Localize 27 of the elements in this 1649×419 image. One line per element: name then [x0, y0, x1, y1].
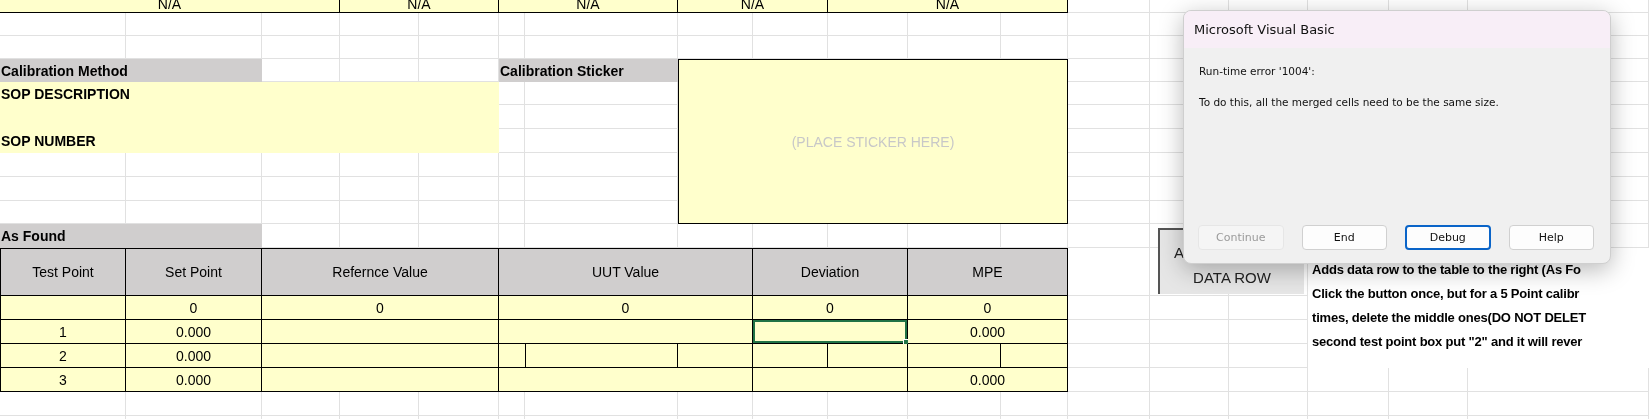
- table-cell: 3: [0, 368, 126, 392]
- error-code-text: Run-time error '1004':: [1199, 65, 1316, 77]
- column-header: MPE: [908, 248, 1068, 296]
- error-message: To do this, all the merged cells need to be the same size.: [1199, 96, 1500, 108]
- table-cell: 0: [753, 296, 908, 320]
- table-cell: 0: [908, 296, 1068, 320]
- table-cell: 1: [0, 320, 126, 344]
- section-header: As Found: [0, 224, 262, 248]
- table-cell: 0: [262, 296, 499, 320]
- cell-text: SOP DESCRIPTION: [0, 84, 131, 104]
- dialog-title: Microsoft Visual Basic: [1184, 11, 1610, 48]
- table-cell: 0.000: [126, 368, 262, 392]
- table-cell: 0.000: [126, 320, 262, 344]
- table-cell: 2: [0, 344, 126, 368]
- column-header: UUT Value: [499, 248, 753, 296]
- section-header: Calibration Method: [0, 59, 262, 82]
- table-cell: 0.000: [908, 368, 1068, 392]
- table-cell: 0: [499, 296, 753, 320]
- cell-text: SOP NUMBER: [0, 132, 97, 151]
- section-header: Calibration Sticker: [499, 59, 678, 82]
- table-cell: 0.000: [126, 344, 262, 368]
- table-cell: 0: [126, 296, 262, 320]
- column-header: Refernce Value: [262, 248, 499, 296]
- column-header: Test Point: [0, 248, 126, 296]
- column-header: Set Point: [126, 248, 262, 296]
- column-header: Deviation: [753, 248, 908, 296]
- table-cell: 0.000: [908, 320, 1068, 344]
